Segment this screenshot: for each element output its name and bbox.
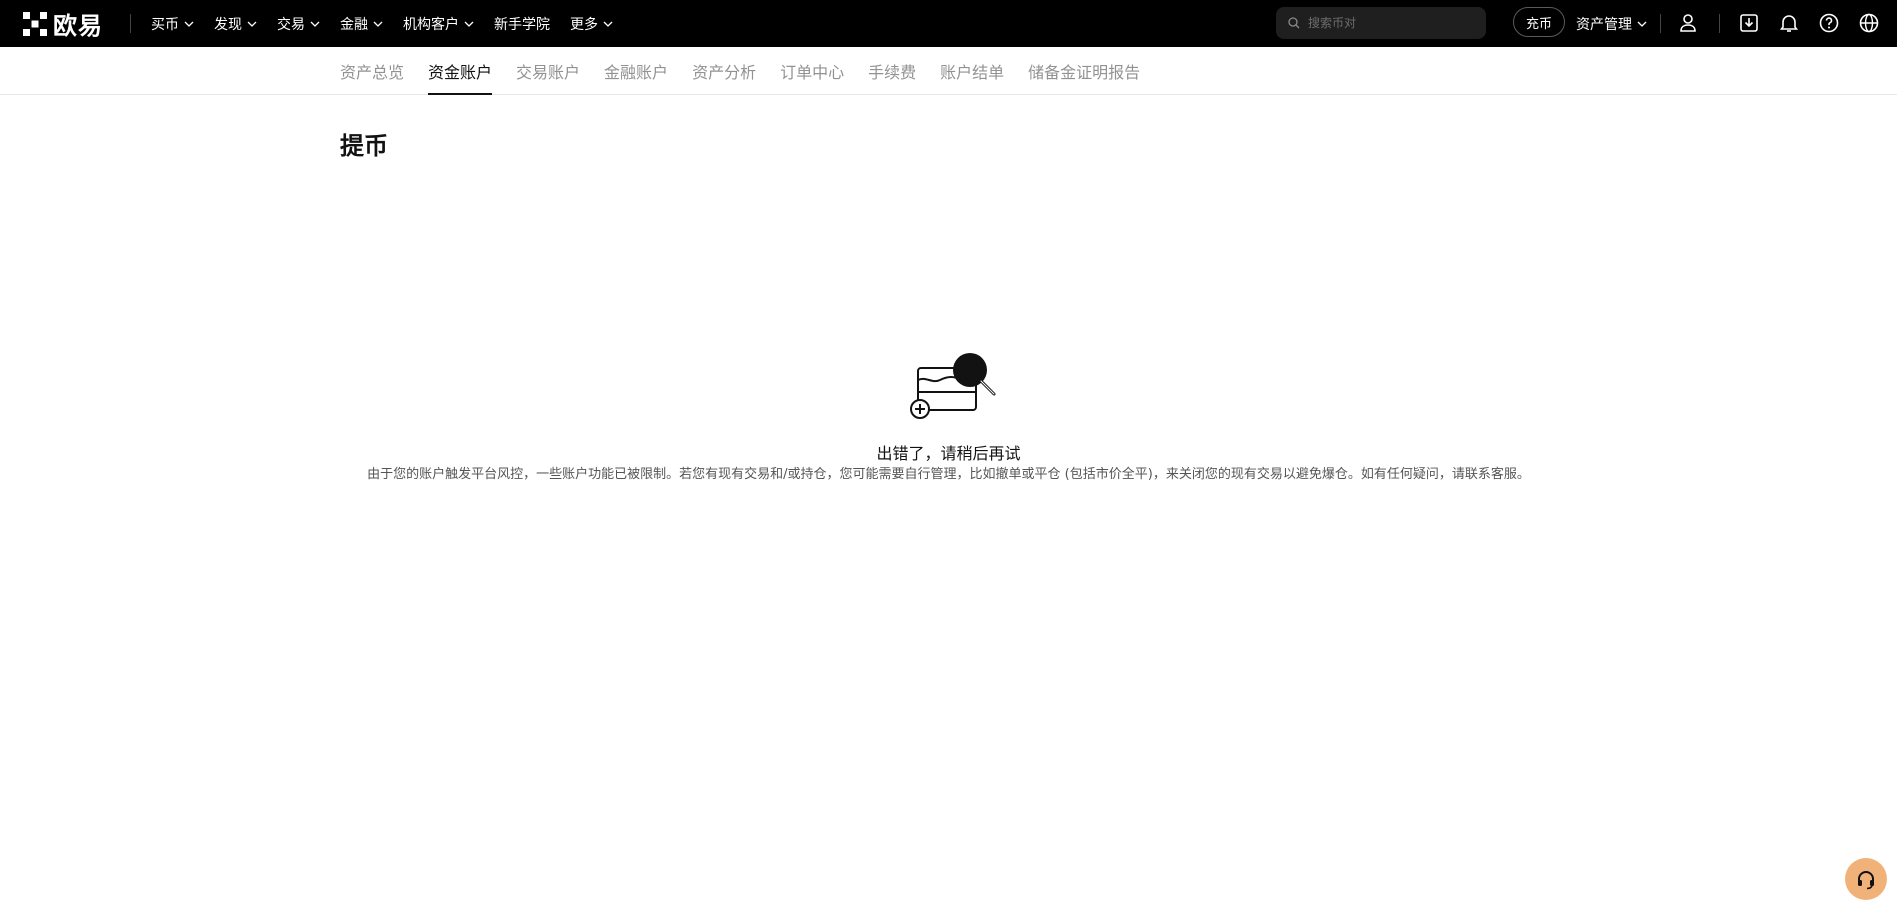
search-box[interactable] (1276, 7, 1486, 39)
nav-more[interactable]: 更多 (570, 14, 613, 34)
nav-label: 机构客户 (403, 16, 459, 33)
tab-account-statement[interactable]: 账户结单 (940, 47, 1004, 95)
tab-fees[interactable]: 手续费 (868, 47, 916, 95)
nav-label: 发现 (214, 16, 242, 33)
tab-funding-account[interactable]: 资金账户 (428, 47, 493, 95)
search-input[interactable] (1306, 15, 1480, 31)
chevron-down-icon (373, 21, 383, 27)
empty-state-illustration (908, 348, 1000, 420)
headset-icon (1855, 868, 1877, 890)
chevron-down-icon (464, 21, 474, 27)
account-tabs: 资产总览 资金账户 交易账户 金融账户 资产分析 订单中心 手续费 账户结单 储… (340, 47, 1164, 95)
globe-icon[interactable] (1858, 12, 1880, 34)
nav-buy-crypto[interactable]: 买币 (151, 14, 194, 34)
tab-finance-account[interactable]: 金融账户 (604, 47, 668, 95)
account-subnav: 资产总览 资金账户 交易账户 金融账户 资产分析 订单中心 手续费 账户结单 储… (0, 47, 1897, 95)
nav-finance[interactable]: 金融 (340, 14, 383, 34)
chevron-down-icon (1637, 21, 1647, 27)
tab-asset-overview[interactable]: 资产总览 (340, 47, 404, 95)
help-icon[interactable] (1818, 12, 1840, 34)
asset-management-menu[interactable]: 资产管理 (1576, 0, 1647, 47)
main-nav: 买币 发现 交易 金融 机构客户 新手学院 更多 (151, 0, 633, 47)
tab-asset-analysis[interactable]: 资产分析 (692, 47, 756, 95)
page-title: 提币 (340, 132, 388, 160)
okx-logo[interactable]: 欧易 (23, 10, 103, 40)
divider (130, 14, 131, 33)
deposit-button[interactable]: 充币 (1513, 7, 1565, 37)
divider (1660, 14, 1661, 33)
tab-order-center[interactable]: 订单中心 (780, 47, 844, 95)
nav-label: 买币 (151, 16, 179, 33)
customer-support-button[interactable] (1845, 858, 1887, 900)
bell-icon[interactable] (1778, 12, 1800, 34)
nav-discover[interactable]: 发现 (214, 14, 257, 34)
chevron-down-icon (603, 21, 613, 27)
tab-proof-of-reserves[interactable]: 储备金证明报告 (1028, 47, 1140, 95)
chevron-down-icon (247, 21, 257, 27)
error-title: 出错了，请稍后再试 (876, 444, 1021, 463)
nav-label: 新手学院 (494, 16, 550, 33)
asset-management-label: 资产管理 (1576, 16, 1632, 33)
chevron-down-icon (310, 21, 320, 27)
download-icon[interactable] (1738, 12, 1760, 34)
nav-academy[interactable]: 新手学院 (494, 14, 550, 34)
top-navbar: 欧易 买币 发现 交易 金融 机构客户 新手学院 更多 搜索币对 充币 资产管理 (0, 0, 1897, 47)
user-icon[interactable] (1677, 12, 1699, 34)
nav-institutional[interactable]: 机构客户 (403, 14, 474, 34)
okx-logo-icon (23, 11, 47, 36)
error-description: 由于您的账户触发平台风控，一些账户功能已被限制。若您有现有交易和/或持仓，您可能… (367, 467, 1530, 482)
search-icon (1288, 17, 1300, 29)
chevron-down-icon (184, 21, 194, 27)
tab-trading-account[interactable]: 交易账户 (516, 47, 580, 95)
nav-label: 更多 (570, 16, 598, 33)
nav-trade[interactable]: 交易 (277, 14, 320, 34)
logo-text: 欧易 (53, 12, 103, 40)
nav-label: 金融 (340, 16, 368, 33)
nav-label: 交易 (277, 16, 305, 33)
divider (1719, 14, 1720, 33)
